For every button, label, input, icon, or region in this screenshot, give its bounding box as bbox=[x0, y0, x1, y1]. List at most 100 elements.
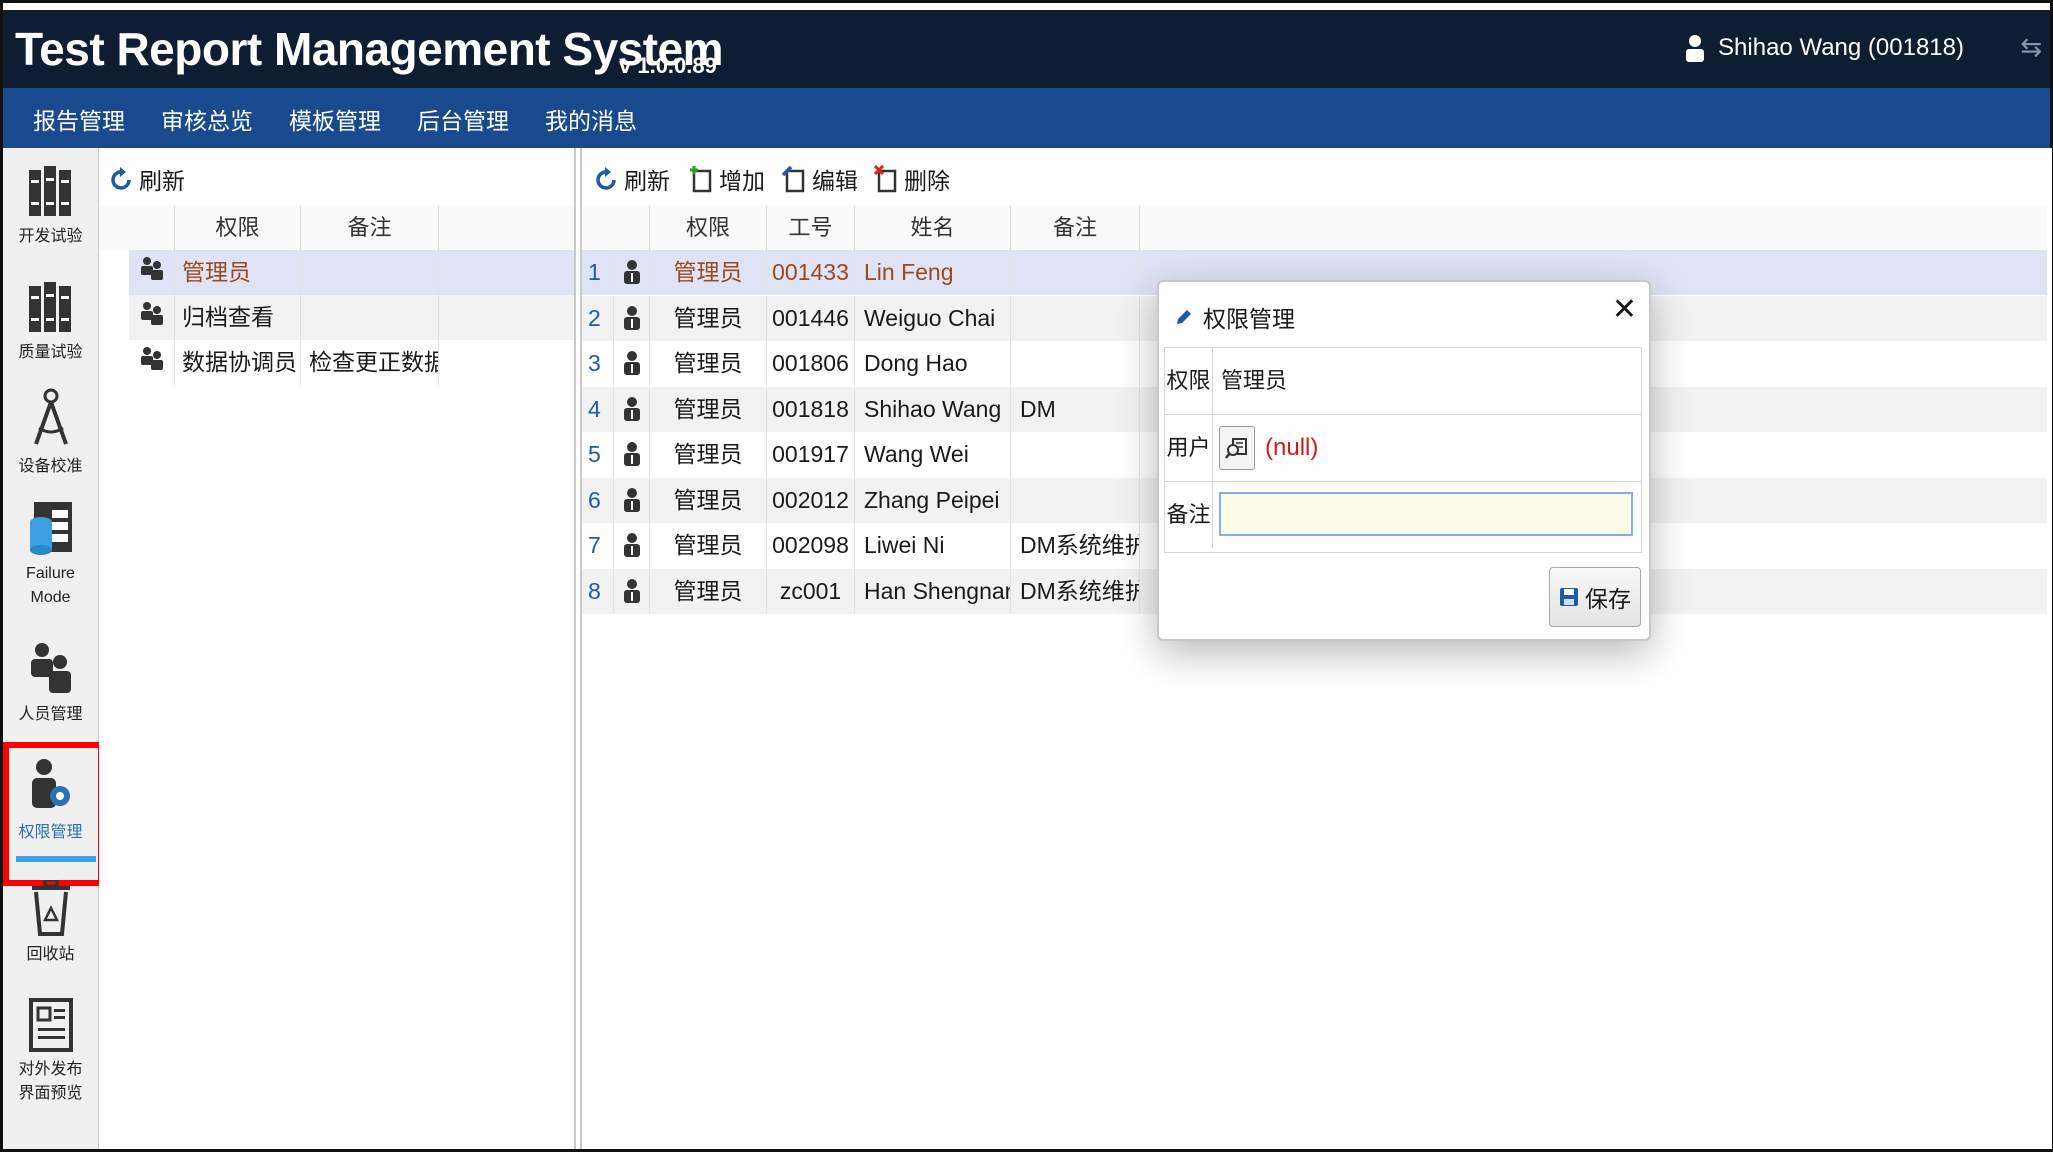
menu-template-management[interactable]: 模板管理 bbox=[289, 102, 381, 136]
role-cell: 管理员 bbox=[650, 477, 767, 523]
column-header-remark[interactable]: 备注 bbox=[1011, 206, 1140, 250]
role-cell: 管理员 bbox=[650, 341, 767, 386]
remark-input[interactable] bbox=[1219, 492, 1633, 536]
user-icon bbox=[623, 442, 640, 466]
row-number: 6 bbox=[582, 477, 614, 523]
database-table-icon bbox=[29, 502, 72, 555]
column-header-employee-id[interactable]: 工号 bbox=[767, 206, 855, 250]
user-icon bbox=[623, 578, 640, 603]
nav-item-quality-test[interactable]: 质量试验 bbox=[3, 282, 98, 362]
user-null-value: (null) bbox=[1265, 434, 1319, 461]
delete-document-icon bbox=[874, 165, 897, 193]
user-icon-cell bbox=[614, 523, 650, 568]
name-cell: Han Shengnan bbox=[855, 568, 1011, 614]
search-user-icon bbox=[1225, 438, 1247, 459]
save-button[interactable]: 保存 bbox=[1549, 567, 1641, 627]
user-label: 用户 bbox=[1165, 415, 1213, 481]
nav-item-recycle-bin[interactable]: 回收站 bbox=[3, 880, 98, 964]
row-number: 5 bbox=[582, 432, 614, 477]
remark-cell: DM bbox=[1011, 386, 1140, 432]
user-icon-cell bbox=[614, 341, 650, 386]
user-icon-cell bbox=[614, 432, 650, 477]
user-icon bbox=[623, 305, 640, 330]
role-grid-header: 权限 备注 bbox=[99, 206, 574, 252]
role-cell: 管理员 bbox=[650, 295, 767, 341]
column-header-role[interactable]: 权限 bbox=[650, 206, 767, 250]
menu-my-messages[interactable]: 我的消息 bbox=[545, 102, 637, 136]
delete-button[interactable]: 删除 bbox=[874, 162, 950, 196]
refresh-label: 刷新 bbox=[624, 168, 670, 194]
row-number: 3 bbox=[582, 341, 614, 386]
title-bar: Test Report Management System v 1.0.0.89… bbox=[3, 10, 2050, 88]
column-header-name[interactable]: 姓名 bbox=[855, 206, 1011, 250]
dialog-title: 权限管理 bbox=[1175, 300, 1295, 334]
refresh-icon bbox=[111, 167, 131, 190]
add-document-icon bbox=[690, 166, 712, 193]
current-user[interactable]: Shihao Wang (001818) bbox=[1684, 34, 1964, 62]
nav-item-failure-mode[interactable]: Failure Mode bbox=[3, 502, 98, 610]
preview-page-icon bbox=[28, 998, 73, 1052]
column-header-remark[interactable]: 备注 bbox=[301, 206, 439, 250]
table-row[interactable]: 归档查看 bbox=[99, 295, 574, 340]
table-row[interactable]: 管理员 bbox=[99, 250, 574, 295]
app-version: v 1.0.0.89 bbox=[619, 53, 717, 78]
nav-label: 人员管理 bbox=[18, 706, 83, 723]
name-cell: Zhang Peipei bbox=[855, 477, 1011, 523]
nav-label: 对外发布界面预览 bbox=[18, 1061, 83, 1102]
nav-item-public-preview[interactable]: 对外发布界面预览 bbox=[3, 998, 98, 1106]
menu-report-management[interactable]: 报告管理 bbox=[33, 102, 125, 136]
user-icon bbox=[623, 487, 640, 512]
user-refresh-button[interactable]: 刷新 bbox=[596, 162, 670, 196]
switch-icon[interactable]: ⇆ bbox=[2020, 32, 2042, 63]
role-panel: 刷新 权限 备注 管理员 归档查看 数据协调员 检查更正数据 bbox=[99, 148, 576, 1149]
user-picker-button[interactable] bbox=[1219, 426, 1255, 470]
add-button[interactable]: 增加 bbox=[689, 162, 765, 196]
employee-id-cell: zc001 bbox=[767, 568, 855, 614]
nav-label: 质量试验 bbox=[18, 344, 83, 361]
role-remark-cell: 检查更正数据 bbox=[301, 340, 439, 385]
edit-button[interactable]: 编辑 bbox=[782, 162, 858, 196]
active-nav-highlight bbox=[3, 742, 104, 886]
user-grid-header: 权限 工号 姓名 备注 bbox=[582, 206, 2047, 252]
remark-cell bbox=[1011, 250, 1140, 295]
user-group-icon bbox=[140, 257, 163, 280]
user-icon bbox=[1686, 35, 1705, 62]
role-cell: 管理员 bbox=[650, 568, 767, 614]
form-row-role: 权限 管理员 bbox=[1165, 348, 1641, 415]
name-cell: Dong Hao bbox=[855, 341, 1011, 386]
row-icon-header bbox=[99, 206, 175, 250]
table-row[interactable]: 数据协调员 检查更正数据 bbox=[99, 340, 574, 385]
current-user-name: Shihao Wang (001818) bbox=[1718, 34, 1964, 61]
nav-label: 开发试验 bbox=[18, 228, 83, 245]
nav-item-dev-test[interactable]: 开发试验 bbox=[3, 166, 98, 246]
user-toolbar: 刷新 增加 编辑 删除 bbox=[582, 148, 2047, 207]
name-cell: Wang Wei bbox=[855, 432, 1011, 477]
role-cell: 管理员 bbox=[650, 386, 767, 432]
row-gutter bbox=[99, 250, 129, 295]
menu-backend-management[interactable]: 后台管理 bbox=[417, 102, 509, 136]
remark-cell bbox=[1011, 341, 1140, 386]
permission-dialog: 权限管理 ✕ 权限 管理员 用户 (null) 备注 保存 bbox=[1157, 280, 1651, 641]
menu-review-overview[interactable]: 审核总览 bbox=[161, 102, 253, 136]
form-row-user: 用户 (null) bbox=[1165, 415, 1641, 482]
people-icon bbox=[30, 643, 71, 693]
role-cell: 管理员 bbox=[650, 250, 767, 295]
nav-item-personnel-management[interactable]: 人员管理 bbox=[3, 642, 98, 724]
save-label: 保存 bbox=[1585, 586, 1631, 612]
role-name-cell: 管理员 bbox=[175, 250, 301, 295]
column-header-role[interactable]: 权限 bbox=[175, 206, 301, 250]
books-icon bbox=[28, 282, 71, 332]
user-icon bbox=[623, 396, 640, 421]
pencil-icon bbox=[1177, 310, 1191, 324]
books-icon bbox=[28, 166, 71, 216]
employee-id-cell: 001806 bbox=[767, 341, 855, 386]
employee-id-cell: 001433 bbox=[767, 250, 855, 295]
role-refresh-button[interactable]: 刷新 bbox=[111, 162, 185, 196]
name-cell: Shihao Wang bbox=[855, 386, 1011, 432]
close-icon[interactable]: ✕ bbox=[1612, 292, 1637, 327]
user-icon-cell bbox=[614, 250, 650, 295]
role-remark-cell bbox=[301, 295, 439, 340]
user-icon bbox=[623, 260, 640, 284]
role-remark-cell bbox=[301, 250, 439, 295]
nav-item-equipment-calibration[interactable]: 设备校准 bbox=[3, 388, 98, 476]
